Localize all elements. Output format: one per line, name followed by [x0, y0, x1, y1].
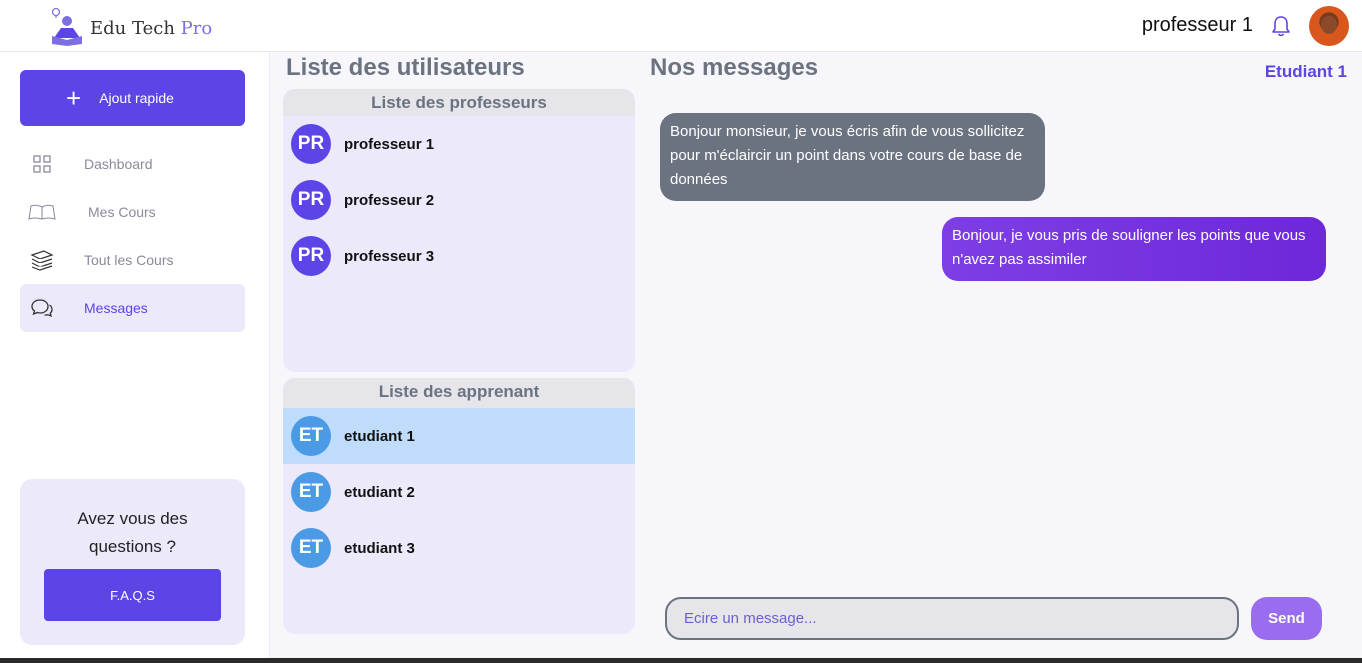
students-header: Liste des apprenant [283, 378, 635, 408]
sidebar-item-label: Tout les Cours [84, 252, 174, 268]
student-row[interactable]: ET etudiant 1 [283, 408, 635, 464]
user-badge: PR [291, 180, 331, 220]
students-panel: Liste des apprenant ET etudiant 1 ET etu… [283, 378, 635, 634]
chat-icon [22, 298, 62, 318]
student-row[interactable]: ET etudiant 3 [283, 520, 635, 576]
user-name: etudiant 2 [344, 483, 415, 501]
user-badge: ET [291, 472, 331, 512]
sidebar-item-label: Messages [84, 300, 148, 316]
bell-icon[interactable] [1270, 14, 1292, 38]
user-name: etudiant 3 [344, 539, 415, 557]
app-logo[interactable]: Edu Tech Pro [48, 6, 212, 46]
sidebar-item-tout-les-cours[interactable]: Tout les Cours [20, 236, 245, 284]
student-row[interactable]: ET etudiant 2 [283, 464, 635, 520]
logo-name: Edu Tech [90, 17, 175, 39]
logo-suffix: Pro [180, 17, 213, 39]
bottom-edge [0, 658, 1362, 663]
user-badge: ET [291, 528, 331, 568]
header-user-name[interactable]: professeur 1 [1142, 14, 1253, 37]
logo-icon [51, 7, 82, 46]
chat-recipient: Etudiant 1 [1264, 62, 1347, 81]
quick-add-label: Ajout rapide [99, 90, 174, 106]
user-badge: PR [291, 236, 331, 276]
logo-text: Edu Tech Pro [90, 18, 212, 39]
messages-title: Nos messages [650, 54, 819, 81]
professor-row[interactable]: PR professeur 3 [283, 228, 635, 284]
incoming-message: Bonjour monsieur, je vous écris afin de … [660, 113, 1045, 201]
grid-icon [22, 155, 62, 173]
send-button[interactable]: Send [1251, 597, 1322, 640]
user-badge: PR [291, 124, 331, 164]
faq-box: Avez vous des questions ? F.A.Q.S [20, 479, 245, 645]
professor-row[interactable]: PR professeur 1 [283, 116, 635, 172]
user-name: etudiant 1 [344, 427, 415, 445]
professor-row[interactable]: PR professeur 2 [283, 172, 635, 228]
sidebar-item-dashboard[interactable]: Dashboard [20, 140, 245, 188]
quick-add-button[interactable]: + Ajout rapide [20, 70, 245, 126]
sidebar-nav: Dashboard Mes Cours Tout les Cours Messa… [20, 140, 245, 332]
message-input[interactable] [665, 597, 1239, 640]
user-name: professeur 2 [344, 191, 435, 209]
sidebar-item-messages[interactable]: Messages [20, 284, 245, 332]
sidebar-item-label: Mes Cours [88, 204, 156, 220]
user-avatar[interactable] [1309, 6, 1349, 46]
sidebar: + Ajout rapide Dashboard Mes Cours Tout … [0, 52, 270, 663]
plus-icon: + [66, 83, 82, 113]
user-name: professeur 3 [344, 247, 435, 265]
user-badge: ET [291, 416, 331, 456]
user-name: professeur 1 [344, 135, 435, 153]
sidebar-item-label: Dashboard [84, 156, 153, 172]
users-title: Liste des utilisateurs [286, 54, 525, 81]
outgoing-message: Bonjour, je vous pris de souligner les p… [942, 217, 1326, 281]
book-icon [22, 204, 62, 220]
faq-title: Avez vous des questions ? [77, 509, 188, 556]
books-stack-icon [22, 249, 62, 271]
faq-button[interactable]: F.A.Q.S [44, 569, 221, 621]
top-header: Edu Tech Pro professeur 1 [0, 0, 1362, 52]
professors-header: Liste des professeurs [283, 89, 635, 116]
professors-panel: Liste des professeurs PR professeur 1 PR… [283, 89, 635, 372]
sidebar-item-mes-cours[interactable]: Mes Cours [20, 188, 245, 236]
